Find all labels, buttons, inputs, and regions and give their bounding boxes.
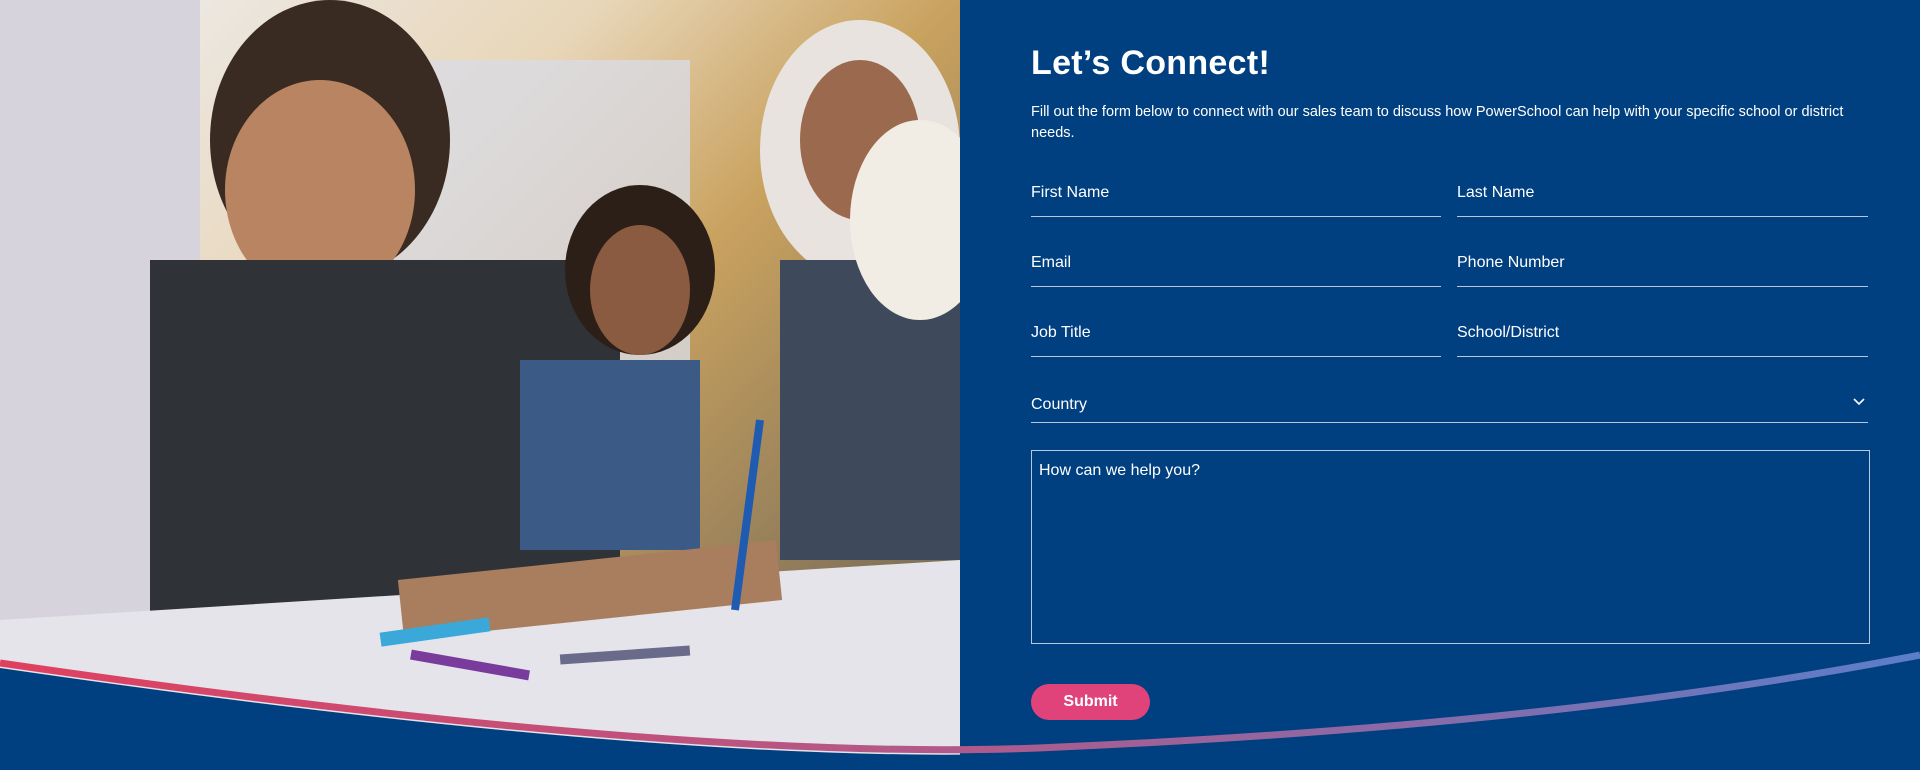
submit-button[interactable]: Submit [1031,684,1150,720]
photo-illustration [0,0,960,770]
email-field[interactable]: Email [1031,254,1441,287]
form-title: Let’s Connect! [1031,44,1271,82]
phone-placeholder: Phone Number [1457,254,1565,271]
email-placeholder: Email [1031,254,1072,271]
phone-field[interactable]: Phone Number [1457,254,1868,287]
last-name-field[interactable]: Last Name [1457,184,1868,217]
school-district-field[interactable]: School/District [1457,324,1868,357]
country-placeholder: Country [1031,396,1088,413]
contact-form-panel: Let’s Connect! Fill out the form below t… [960,0,1920,770]
job-title-placeholder: Job Title [1031,324,1091,341]
school-district-placeholder: School/District [1457,324,1560,341]
first-name-placeholder: First Name [1031,184,1110,201]
job-title-field[interactable]: Job Title [1031,324,1441,357]
message-textarea[interactable]: How can we help you? [1031,450,1870,644]
first-name-field[interactable]: First Name [1031,184,1441,217]
message-placeholder: How can we help you? [1039,462,1200,479]
chevron-down-icon [1852,394,1866,411]
form-subtitle: Fill out the form below to connect with … [1031,104,1844,141]
last-name-placeholder: Last Name [1457,184,1535,201]
hero-photo [0,0,960,770]
country-select[interactable]: Country [1031,396,1868,423]
